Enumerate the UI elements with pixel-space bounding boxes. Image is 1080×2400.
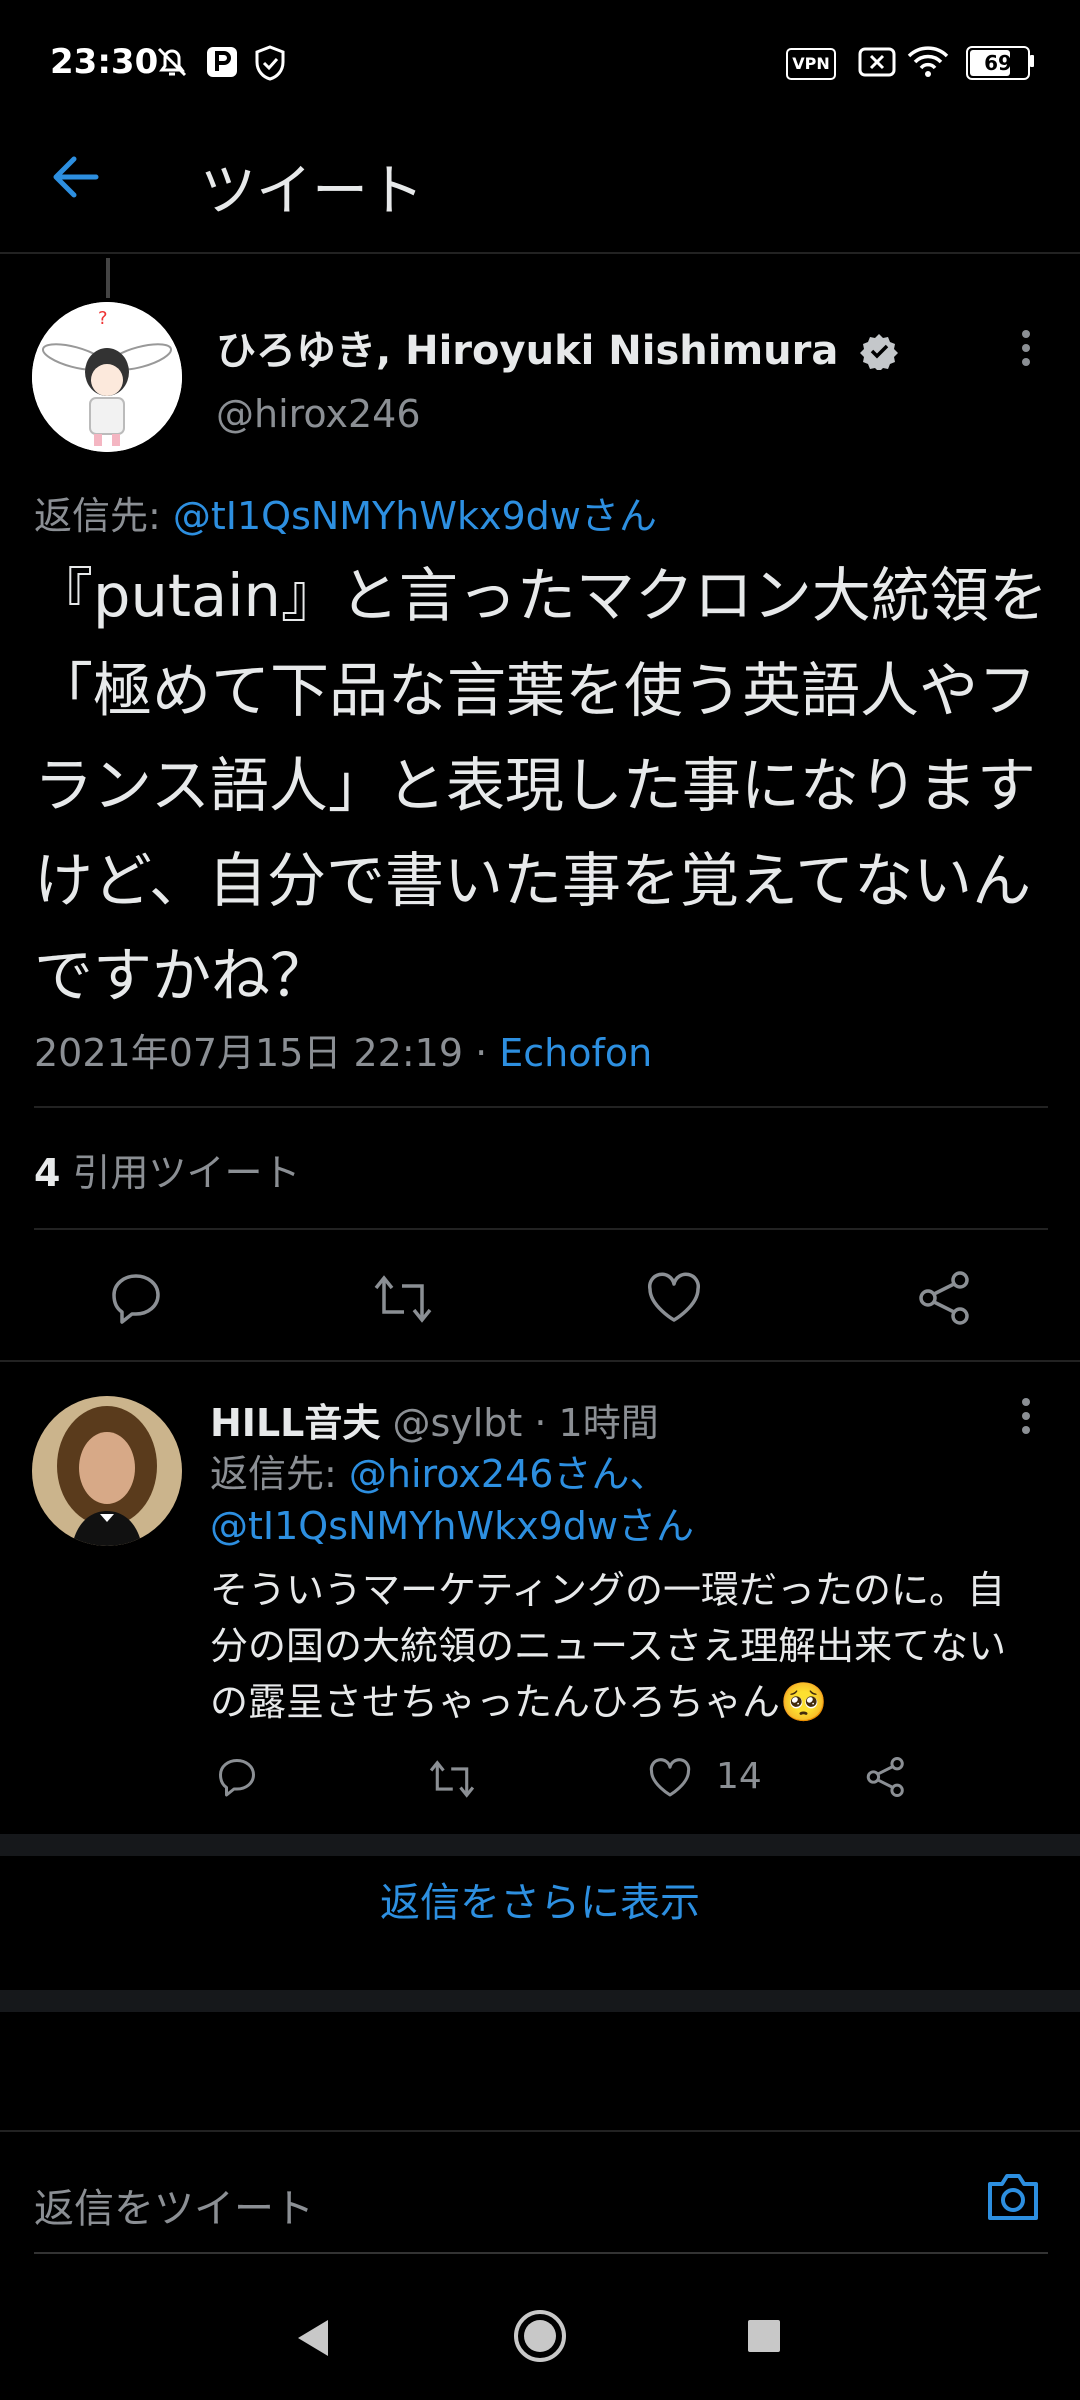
nav-home-icon[interactable] [512, 2308, 568, 2364]
avatar[interactable]: ? [32, 302, 182, 452]
shield-icon [255, 45, 285, 81]
quote-tweets-count[interactable]: 4 引用ツイート [34, 1142, 301, 1197]
reply-to-mention[interactable]: @tI1QsNMYhWkx9dwさん [173, 494, 657, 538]
author-handle[interactable]: @hirox246 [216, 392, 421, 436]
reply-like-count: 14 [716, 1756, 762, 1797]
bell-off-icon [157, 47, 187, 77]
tweet-client[interactable]: Echofon [499, 1031, 652, 1075]
wifi-icon [907, 46, 949, 77]
tweet-text: 『putain』と言ったマクロン大統領を「極めて下品な言葉を使う英語人やフランス… [34, 561, 1048, 1010]
reply-to-prefix: 返信先: [34, 494, 173, 538]
reply-like-icon[interactable] [648, 1758, 692, 1798]
reply-reply-to: 返信先: @hirox246さん、 @tI1QsNMYhWkx9dwさん [210, 1448, 694, 1552]
section-separator [0, 1834, 1080, 1856]
quote-count: 4 [34, 1151, 61, 1195]
reply-icon[interactable] [108, 1270, 164, 1326]
tweet-meta: 2021年07月15日 22:19 · Echofon [34, 1022, 652, 1077]
reply-avatar-photo [32, 1396, 182, 1546]
divider [34, 2252, 1048, 2254]
parking-icon [207, 47, 237, 77]
svg-text:?: ? [98, 308, 108, 329]
author-display-name: ひろゆき, Hiroyuki Nishimura [216, 328, 839, 374]
reply-to-mention[interactable]: @hirox246さん、 [349, 1452, 668, 1496]
no-sim-icon [858, 47, 896, 77]
tweet-timestamp: 2021年07月15日 22:19 · [34, 1031, 500, 1075]
reply-to-mention[interactable]: @tI1QsNMYhWkx9dwさん [210, 1504, 694, 1548]
nav-recents-icon[interactable] [746, 2318, 782, 2354]
nav-back-icon[interactable] [292, 2316, 332, 2360]
status-time: 23:30 [50, 42, 159, 82]
tweet-author-row[interactable]: ひろゆき, Hiroyuki Nishimura [216, 318, 899, 376]
reply-author-name[interactable]: HILL音夫 [210, 1401, 380, 1445]
divider [34, 1106, 1048, 1108]
reply-compose-input[interactable]: 返信をツイート [34, 2176, 314, 2234]
back-arrow-icon[interactable] [50, 152, 100, 202]
reply-share-icon[interactable] [866, 1756, 906, 1798]
camera-icon[interactable] [984, 2170, 1042, 2224]
quote-label: 引用ツイート [60, 1151, 301, 1195]
reply-text: そういうマーケティングの一環だったのに。自分の国の大統領のニュースさえ理解出来て… [210, 1568, 1007, 1724]
reply-meta: @sylbt · 1時間 [380, 1401, 659, 1445]
reply-to-line: 返信先: @tI1QsNMYhWkx9dwさん [34, 485, 657, 540]
page-title: ツイート [200, 159, 424, 224]
share-icon[interactable] [918, 1270, 972, 1326]
divider [34, 1228, 1048, 1230]
show-more-replies-button[interactable]: 返信をさらに表示 [0, 1870, 1080, 1928]
thread-line [106, 258, 110, 298]
battery-tip [1030, 55, 1034, 67]
reply-to-prefix: 返信先: [210, 1452, 349, 1496]
more-options-icon[interactable] [1012, 326, 1040, 370]
verified-badge-icon [860, 334, 899, 372]
like-icon[interactable] [646, 1272, 702, 1324]
status-bar: 23:30 VPN 69 [0, 0, 1080, 130]
battery-icon: 69 [966, 46, 1030, 80]
reply-more-options-icon[interactable] [1012, 1394, 1040, 1438]
reply-reply-icon[interactable] [216, 1756, 258, 1798]
divider [0, 2130, 1080, 2132]
reply-retweet-icon[interactable] [428, 1758, 476, 1800]
reply-avatar[interactable] [32, 1396, 182, 1546]
avatar-illustration: ? [32, 302, 182, 452]
vpn-badge: VPN [786, 48, 836, 80]
section-separator [0, 1990, 1080, 2012]
reply-header: HILL音夫 @sylbt · 1時間 [210, 1392, 659, 1447]
battery-level: 69 [984, 51, 1012, 75]
divider [0, 1360, 1080, 1362]
header-divider [0, 252, 1080, 254]
retweet-icon[interactable] [372, 1272, 434, 1326]
